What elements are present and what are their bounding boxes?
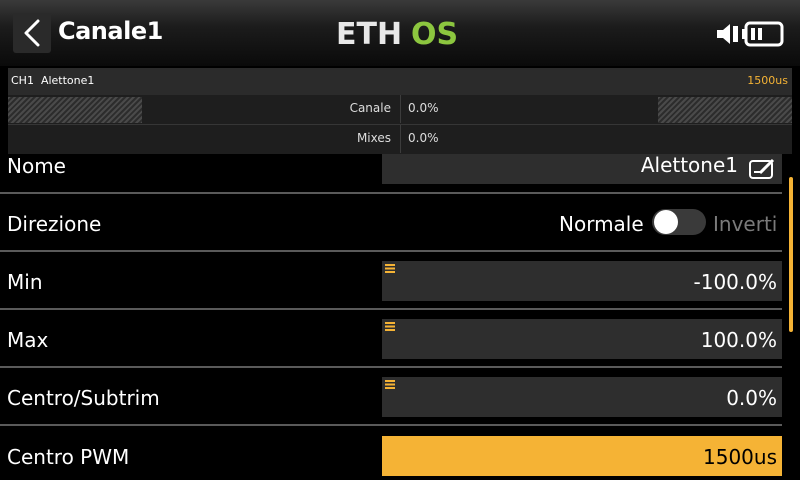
direction-toggle[interactable] <box>652 209 706 235</box>
page-title: Canale1 <box>58 17 163 45</box>
max-label: Max <box>7 328 49 352</box>
top-bar: Canale1 ETH OS <box>0 0 800 66</box>
mixes-label: Mixes <box>356 131 391 145</box>
direzione-label: Direzione <box>7 212 102 236</box>
back-button[interactable] <box>13 13 51 53</box>
max-row: Max 100.0% <box>0 310 790 368</box>
ethos-logo: ETH OS <box>336 18 458 48</box>
mixes-value: 0.0% <box>408 131 439 145</box>
speaker-icon[interactable] <box>716 22 740 46</box>
toggle-knob <box>654 210 678 234</box>
channel-label: CH1 Alettone1 <box>11 74 95 87</box>
min-label: Min <box>7 270 43 294</box>
battery-icon[interactable] <box>742 21 786 47</box>
min-value: -100.0% <box>693 270 777 294</box>
nome-label: Nome <box>7 154 66 178</box>
inverti-option: Inverti <box>713 212 778 236</box>
pwm-label: Centro PWM <box>7 445 130 469</box>
menu-icon <box>385 322 395 331</box>
normale-option: Normale <box>559 212 644 236</box>
canale-row: Canale 0.0% <box>8 95 792 123</box>
mixes-row: Mixes 0.0% <box>8 125 792 153</box>
pulse-output-value: 1500us <box>747 74 788 87</box>
menu-icon <box>385 264 395 273</box>
channel-info-header: CH1 Alettone1 1500us <box>8 68 792 95</box>
centro-value: 0.0% <box>726 386 777 410</box>
direzione-row: Direzione Normale Inverti <box>0 194 790 252</box>
min-field[interactable]: -100.0% <box>382 261 782 301</box>
pwm-row: Centro PWM 1500us <box>0 426 790 480</box>
centro-label: Centro/Subtrim <box>7 386 160 410</box>
pwm-value: 1500us <box>703 445 777 469</box>
nome-row: Nome Alettone1 <box>0 154 790 192</box>
max-field[interactable]: 100.0% <box>382 319 782 359</box>
settings-list[interactable]: Nome Alettone1 Direzione Normale Inverti… <box>0 154 790 480</box>
channel-info-panel: CH1 Alettone1 1500us Canale 0.0% Mixes 0… <box>8 68 792 154</box>
menu-icon <box>385 380 395 389</box>
max-value: 100.0% <box>700 328 777 352</box>
nome-value: Alettone1 <box>640 154 738 177</box>
scrollbar[interactable] <box>789 177 793 332</box>
svg-text:OS: OS <box>411 18 458 48</box>
svg-text:ETH: ETH <box>336 18 402 48</box>
centro-row: Centro/Subtrim 0.0% <box>0 368 790 426</box>
chevron-left-icon <box>24 19 40 47</box>
pwm-field[interactable]: 1500us <box>382 436 782 476</box>
canale-value: 0.0% <box>408 101 439 115</box>
centro-field[interactable]: 0.0% <box>382 377 782 417</box>
min-row: Min -100.0% <box>0 252 790 310</box>
nome-field[interactable]: Alettone1 <box>382 154 782 184</box>
edit-icon[interactable] <box>748 158 776 180</box>
canale-label: Canale <box>349 101 391 115</box>
